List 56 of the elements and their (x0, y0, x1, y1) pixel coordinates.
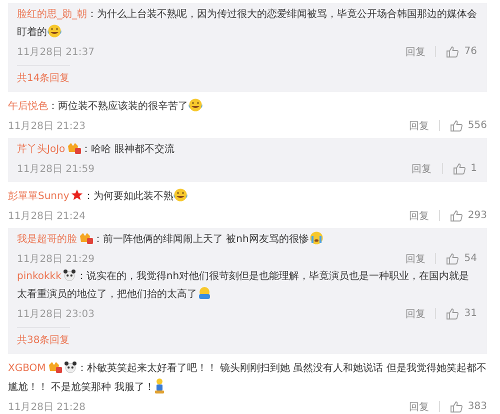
vip-badge-icon (67, 142, 82, 154)
thumbs-up-icon (450, 400, 463, 412)
vip-badge-icon (48, 361, 62, 373)
username-link[interactable]: pinkokkk (17, 271, 62, 282)
reply-button[interactable]: 回复 (405, 252, 426, 266)
thumbs-up-icon (450, 210, 463, 222)
more-replies-link[interactable]: 共14条回复 (17, 65, 70, 88)
comment-text: 脸红的思_勋_朝：为什么上台装不熟呢，因为传过很大的恋爱绯闻被骂，毕竟公开场合韩国那边的媒体会盯着的 (17, 8, 477, 40)
reply-button[interactable]: 回复 (408, 400, 429, 414)
comment-text: 我是超哥的脸 ：前一阵他俩的绯闻闹上天了 被nh网友骂的很惨 (17, 231, 477, 249)
comment-time: 11月28日 21:23 (8, 120, 86, 132)
like-button[interactable]: 293 (450, 210, 487, 222)
comment-time: 11月28日 21:29 (17, 252, 96, 266)
thumbs-up-icon (446, 308, 460, 320)
thumbs-up-icon (446, 46, 460, 58)
comment-time: 11月28日 21:59 (17, 162, 96, 176)
panda-icon (64, 361, 77, 373)
like-button[interactable]: 76 (446, 46, 477, 58)
vip-badge-icon (79, 232, 93, 244)
comment-text: 芹丫头JoJo ：哈哈 眼神都不交流 (17, 141, 176, 157)
username-link[interactable]: 彭單單Sunny (8, 191, 70, 202)
comment-text: 午后悦色：两位装不熟应该装的很辛苦了 (8, 98, 487, 116)
reply-button[interactable]: 回复 (408, 208, 429, 222)
like-button[interactable]: 556 (450, 120, 487, 132)
reply-button[interactable]: 回复 (405, 306, 426, 320)
panda-icon (63, 269, 76, 281)
username-link[interactable]: XGBOM (8, 363, 46, 374)
comment-time: 11月28日 21:28 (8, 400, 86, 414)
username-link[interactable]: 我是超哥的脸 (17, 234, 77, 245)
laughing-emoji-icon (173, 188, 188, 202)
figure-emoji-icon (154, 378, 166, 394)
comment-text: XGBOM ：朴敏英笑起来太好看了吧！！ 镜头刚刚扫到她 虽然没有人和她说话 但是我觉得她笑起都不尴尬！！ 不是尬笑那种 我服了！ (8, 360, 487, 396)
comment-time: 11月28日 21:24 (8, 210, 86, 222)
thumbs-up-icon (452, 162, 466, 174)
username-link[interactable]: 午后悦色 (8, 101, 48, 112)
hugging-emoji-icon (197, 286, 212, 300)
username-link[interactable]: 芹丫头JoJo (17, 144, 66, 155)
comment-text: pinkokkk ：说实在的，我觉得nh对他们很苛刻但是也能理解，毕竟演员也是一种职业，在国内就是太看重演员的地位了，把他们抬的太高了 (17, 268, 470, 302)
laughing-emoji-icon (188, 98, 203, 112)
more-replies-link[interactable]: 共38条回复 (17, 327, 70, 350)
laughing-emoji-icon (47, 24, 62, 38)
username-link[interactable]: 脸红的思_勋_朝 (17, 9, 87, 20)
like-button[interactable]: 54 (446, 252, 477, 264)
reply-button[interactable]: 回复 (412, 162, 432, 176)
star-badge-icon (71, 189, 84, 201)
like-button[interactable]: 31 (446, 308, 477, 320)
thumbs-up-icon (450, 120, 463, 132)
reply-button[interactable]: 回复 (408, 118, 429, 132)
like-button[interactable]: 383 (450, 400, 487, 412)
crying-emoji-icon (308, 231, 324, 245)
comment-text: 彭單單Sunny ：为何要如此装不熟 (8, 188, 487, 206)
like-button[interactable]: 1 (452, 162, 477, 174)
comment-time: 11月28日 23:03 (17, 308, 96, 320)
thumbs-up-icon (446, 252, 460, 264)
reply-button[interactable]: 回复 (405, 44, 426, 58)
comment-time: 11月28日 21:37 (17, 46, 96, 58)
